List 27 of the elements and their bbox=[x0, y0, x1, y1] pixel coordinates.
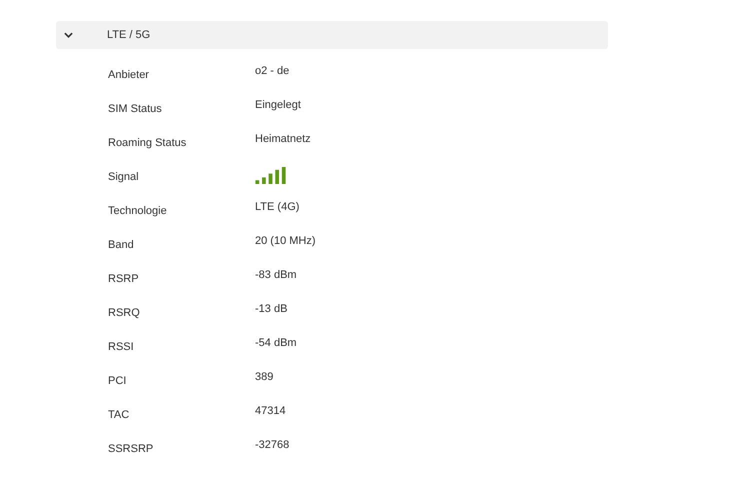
field-value: -83 dBm bbox=[255, 269, 297, 281]
field-value: o2 - de bbox=[255, 65, 290, 77]
field-label: RSSI bbox=[108, 340, 135, 353]
field-label: Signal bbox=[108, 170, 140, 183]
field-label: Technologie bbox=[108, 204, 168, 217]
field-label: RSRQ bbox=[108, 306, 141, 319]
field-value: -32768 bbox=[255, 439, 290, 451]
field-value: 47314 bbox=[255, 405, 286, 417]
chevron-down-icon bbox=[64, 32, 73, 38]
field-value: -54 dBm bbox=[255, 337, 297, 349]
field-label: Roaming Status bbox=[108, 136, 188, 149]
field-label: PCI bbox=[108, 374, 128, 387]
field-value: Eingelegt bbox=[255, 99, 301, 111]
field-value: 389 bbox=[255, 371, 274, 383]
field-label: TAC bbox=[108, 408, 130, 421]
field-value: -13 dB bbox=[255, 303, 288, 315]
accordion-header[interactable]: LTE / 5G bbox=[56, 21, 608, 49]
field-value: LTE (4G) bbox=[255, 201, 300, 213]
field-label: RSRP bbox=[108, 272, 140, 285]
field-label: Band bbox=[108, 238, 135, 251]
field-label: Anbieter bbox=[108, 68, 150, 81]
field-value: Heimatnetz bbox=[255, 133, 311, 145]
field-label: SIM Status bbox=[108, 102, 163, 115]
field-label: SSRSRP bbox=[108, 442, 154, 455]
field-value: 20 (10 MHz) bbox=[255, 235, 316, 247]
accordion-title: LTE / 5G bbox=[107, 29, 150, 41]
signal-bars-icon bbox=[255, 167, 287, 184]
